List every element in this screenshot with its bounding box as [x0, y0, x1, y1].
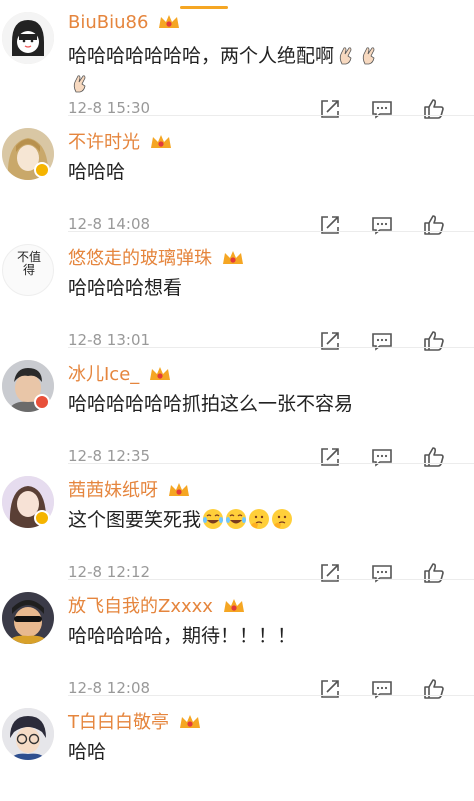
verified-badge-icon	[34, 510, 50, 526]
crown-icon	[150, 135, 171, 148]
avatar[interactable]	[2, 12, 54, 64]
comment-text: 这个图要笑死我	[68, 506, 450, 534]
username[interactable]: BiuBiu86	[68, 12, 180, 33]
thinking-face-emoji	[272, 509, 293, 529]
comment-item: 不许时光 哈哈哈 12-8 14:08	[0, 116, 474, 235]
crown-icon	[223, 599, 244, 612]
hand-gesture-icon	[362, 47, 375, 65]
avatar-cartoon-icon	[2, 592, 54, 644]
username[interactable]: 冰儿Ice_	[68, 360, 171, 386]
username[interactable]: 茜茜妹纸呀	[68, 476, 190, 502]
avatar[interactable]	[2, 708, 54, 760]
hand-gesture-icon	[73, 75, 86, 93]
verified-badge-icon	[34, 394, 50, 410]
crown-icon	[159, 15, 180, 28]
comment-item: T白白白敬亭 哈哈	[0, 696, 474, 801]
username[interactable]: 放飞自我的Zxxxx	[68, 592, 245, 618]
laughing-crying-emoji	[203, 509, 224, 529]
username[interactable]: 悠悠走的玻璃弹珠	[68, 244, 244, 270]
avatar[interactable]: 不值得	[2, 244, 54, 296]
comment-text: 哈哈哈哈哈哈哈，两个人绝配啊	[68, 42, 450, 98]
comment-text: 哈哈哈	[68, 161, 126, 183]
laughing-crying-emoji	[226, 509, 247, 529]
comment-text: 哈哈	[68, 741, 107, 763]
username[interactable]: T白白白敬亭	[68, 708, 201, 734]
thinking-face-emoji	[249, 509, 270, 529]
crown-icon	[150, 367, 171, 380]
comment-item: 茜茜妹纸呀 这个图要笑死我 12-8 12:12	[0, 464, 474, 583]
avatar[interactable]	[2, 592, 54, 644]
comment-item: 放飞自我的Zxxxx 哈哈哈哈哈，期待！！！！ 12-8 12:08	[0, 580, 474, 699]
comment-text: 哈哈哈哈哈，期待！！！！	[68, 625, 297, 647]
crown-icon	[168, 483, 189, 496]
hand-gesture-icon	[339, 47, 352, 65]
comment-item: 冰儿Ice_ 哈哈哈哈哈哈抓拍这么一张不容易 12-8 12:35	[0, 348, 474, 467]
comment-item: 不值得 悠悠走的玻璃弹珠 哈哈哈哈想看 12-8 13:01	[0, 232, 474, 351]
verified-badge-icon	[34, 162, 50, 178]
avatar-text: 不值得	[16, 250, 41, 277]
username[interactable]: 不许时光	[68, 128, 172, 154]
avatar-girl-icon	[2, 12, 54, 64]
comment-text: 哈哈哈哈想看	[68, 277, 183, 299]
crown-icon	[179, 715, 200, 728]
comment-text: 哈哈哈哈哈哈抓拍这么一张不容易	[68, 393, 354, 415]
crown-icon	[222, 251, 243, 264]
comment-item: BiuBiu86 哈哈哈哈哈哈哈，两个人绝配啊 12-8 15:30	[0, 0, 474, 119]
avatar-detective-icon	[2, 708, 54, 760]
